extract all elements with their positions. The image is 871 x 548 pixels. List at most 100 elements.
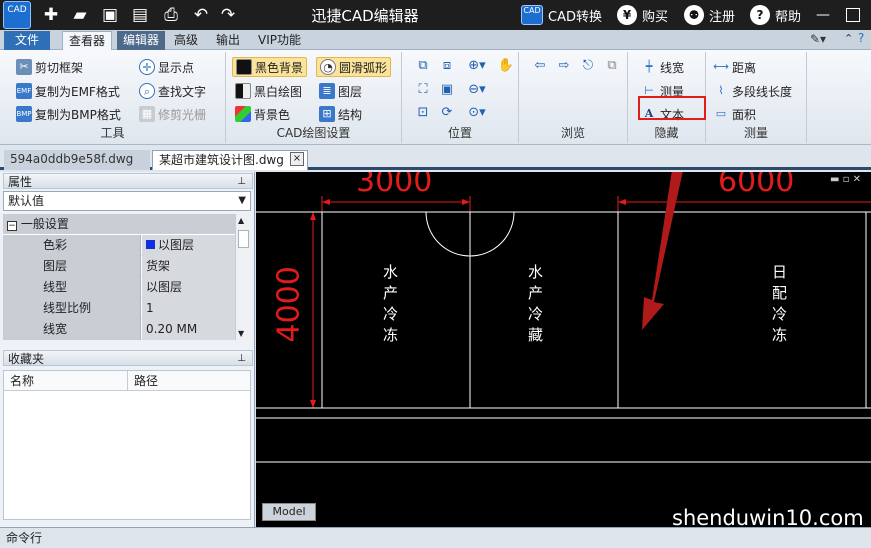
find-text-button[interactable]: ⌕ 查找文字 xyxy=(139,81,206,101)
register-button[interactable]: ⚉ 注册 xyxy=(684,5,735,25)
frame-view-icon[interactable]: ▣ xyxy=(438,81,456,99)
canvas-window-controls[interactable]: ▬ ▫ ✕ xyxy=(830,174,861,185)
layers-button[interactable]: ≣ 图层 xyxy=(319,81,362,101)
buy-button[interactable]: ¥ 购买 xyxy=(617,5,668,25)
bw-drawing-button[interactable]: 黑白绘图 xyxy=(235,81,302,101)
tab-advanced[interactable]: 高级 xyxy=(168,31,204,50)
zoom-out-icon[interactable]: ⊖▾ xyxy=(464,81,490,99)
group-position-label: 位置 xyxy=(447,126,472,140)
prop-name: 线宽 xyxy=(3,319,141,340)
minimize-icon[interactable]: — xyxy=(814,6,832,24)
room-char: 冷 xyxy=(772,305,788,323)
help-button[interactable]: ? 帮助 xyxy=(750,5,801,25)
prop-value[interactable]: 1 xyxy=(142,298,235,319)
dimension-4000: 4000 xyxy=(271,266,307,343)
line-width-button[interactable]: ┿ 线宽 xyxy=(641,57,684,77)
dimension-3000: 3000 xyxy=(356,172,433,199)
pin-icon[interactable]: ⊥ xyxy=(237,174,246,190)
black-bg-icon xyxy=(236,59,252,75)
close-tab-icon[interactable]: × xyxy=(290,152,304,166)
prop-value[interactable]: 0.20 MM xyxy=(142,319,235,340)
model-tab[interactable]: Model xyxy=(262,503,316,521)
tab-editor[interactable]: 编辑器 xyxy=(117,31,166,50)
open-folder-icon[interactable]: ▰ xyxy=(69,4,91,26)
zoom-options-icon[interactable]: ⊙▾ xyxy=(464,104,490,122)
zoom-window-icon[interactable]: ⛶ xyxy=(414,81,432,99)
show-points-button[interactable]: ✛ 显示点 xyxy=(139,57,194,77)
doc-tab-1[interactable]: 594a0ddb9e58f.dwg xyxy=(4,150,150,170)
collapse-ribbon-icon[interactable]: ⌃ xyxy=(844,32,853,45)
prop-row[interactable]: 色彩 以图层 xyxy=(3,235,235,256)
distance-button[interactable]: ⟷ 距离 xyxy=(713,57,756,77)
group-measure-label: 测量 xyxy=(743,126,768,140)
tab-vip[interactable]: VIP功能 xyxy=(252,31,307,50)
export-icon[interactable]: ⎋ xyxy=(579,57,597,75)
structure-button[interactable]: ⊞ 结构 xyxy=(319,104,362,124)
style-icon[interactable]: ✎▾ xyxy=(810,32,826,46)
line-width-icon: ┿ xyxy=(645,60,653,73)
copy-bmp-button[interactable]: BMP 复制为BMP格式 xyxy=(16,104,121,124)
show-points-label: 显示点 xyxy=(158,60,195,75)
fit-view-icon[interactable]: ⧈ xyxy=(438,57,456,75)
ribbon-help-icon[interactable]: ? xyxy=(858,31,864,45)
trim-raster-button[interactable]: ▦ 修剪光栅 xyxy=(139,104,206,124)
prop-group-general[interactable]: − 一般设置 xyxy=(3,214,235,234)
scroll-thumb[interactable] xyxy=(238,230,249,248)
area-button[interactable]: ▭ 面积 xyxy=(713,104,756,124)
scroll-up-icon[interactable]: ▲ xyxy=(238,216,244,225)
prop-row[interactable]: 线宽 0.20 MM xyxy=(3,319,235,340)
collapse-icon[interactable]: − xyxy=(7,221,17,231)
maximize-icon[interactable] xyxy=(846,8,860,22)
trim-raster-icon: ▦ xyxy=(139,106,155,122)
pan-hand-icon[interactable]: ✋ xyxy=(497,57,515,75)
copy-bmp-label: 复制为BMP格式 xyxy=(35,107,121,122)
combo-value: 默认值 xyxy=(8,194,45,208)
zoom-in-icon[interactable]: ⊕▾ xyxy=(464,57,490,75)
room-char: 冻 xyxy=(383,326,399,344)
new-file-icon[interactable]: ✚ xyxy=(40,4,62,26)
properties-combo[interactable]: 默认值 ▼ xyxy=(3,191,251,211)
undo-icon[interactable]: ↶ xyxy=(190,4,212,26)
back-arrow-icon[interactable]: ⇦ xyxy=(531,57,549,75)
save-as-icon[interactable]: ▤ xyxy=(129,4,151,26)
prop-name: 线型比例 xyxy=(3,298,141,319)
ribbon: ✂ 剪切框架 EMF 复制为EMF格式 BMP 复制为BMP格式 ✛ 显示点 ⌕… xyxy=(0,50,871,145)
prop-value[interactable]: 货架 xyxy=(142,256,235,277)
structure-icon: ⊞ xyxy=(319,106,335,122)
save-icon[interactable]: ▣ xyxy=(99,4,121,26)
group-measure: ⟷ 距离 ⌇ 多段线长度 ▭ 面积 测量 xyxy=(706,52,807,143)
window-title: 迅捷CAD编辑器 xyxy=(311,7,419,25)
col-name-header[interactable]: 名称 xyxy=(4,371,128,391)
print-icon[interactable]: ⎙ xyxy=(160,4,182,26)
copy-emf-button[interactable]: EMF 复制为EMF格式 xyxy=(16,81,120,101)
polyline-length-button[interactable]: ⌇ 多段线长度 xyxy=(713,81,792,101)
tab-file[interactable]: 文件 xyxy=(4,31,50,50)
redo-icon[interactable]: ↷ xyxy=(217,4,239,26)
doc-tab-2[interactable]: 某超市建筑设计图.dwg xyxy=(152,150,308,170)
black-background-button[interactable]: 黑色背景 xyxy=(232,57,308,77)
scroll-down-icon[interactable]: ▼ xyxy=(238,329,244,338)
forward-arrow-icon[interactable]: ⇨ xyxy=(555,57,573,75)
drawing-canvas[interactable]: 3000 6000 4000 水 产 冷 冻 水 产 冷 藏 日 配 冷 冻 ▬… xyxy=(256,172,871,527)
prop-row[interactable]: 线型比例 1 xyxy=(3,298,235,319)
properties-scrollbar[interactable]: ▲ ▼ xyxy=(235,214,251,340)
prop-value[interactable]: 以图层 xyxy=(142,277,235,298)
pin-icon[interactable]: ⊥ xyxy=(237,351,246,367)
background-color-button[interactable]: 背景色 xyxy=(235,104,290,124)
zoom-extents-icon[interactable]: ⧉ xyxy=(414,57,432,75)
crop-frame-button[interactable]: ✂ 剪切框架 xyxy=(16,57,83,77)
crop-icon: ✂ xyxy=(16,59,32,75)
refresh-view-icon[interactable]: ⟳ xyxy=(438,104,456,122)
distance-label: 距离 xyxy=(732,60,757,75)
tab-output[interactable]: 输出 xyxy=(210,31,246,50)
tab-viewer[interactable]: 查看器 xyxy=(62,31,113,50)
smooth-arc-button[interactable]: ◔ 圆滑弧形 xyxy=(316,57,392,77)
command-bar[interactable]: 命令行 xyxy=(0,527,871,548)
col-path-header[interactable]: 路径 xyxy=(128,371,250,391)
zoom-fit-icon[interactable]: ⊡ xyxy=(414,104,432,122)
prop-value[interactable]: 以图层 xyxy=(142,235,235,256)
prop-row[interactable]: 图层 货架 xyxy=(3,256,235,277)
copy-view-icon[interactable]: ⧉ xyxy=(603,57,621,75)
cad-convert-button[interactable]: CAD CAD转换 xyxy=(521,5,602,25)
prop-row[interactable]: 线型 以图层 xyxy=(3,277,235,298)
